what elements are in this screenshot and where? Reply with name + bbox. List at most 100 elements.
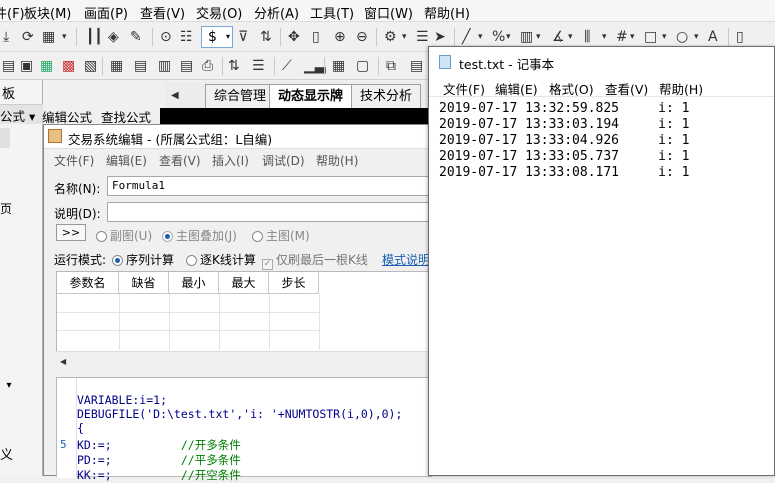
circle-icon[interactable]: ○ xyxy=(676,29,688,45)
line-icon[interactable]: ╱ xyxy=(462,29,470,45)
cubes-icon[interactable]: ▩ xyxy=(62,58,75,74)
line-dropdown-icon[interactable]: ▾ xyxy=(478,29,483,45)
menu-file[interactable]: 件(F) xyxy=(0,3,25,22)
code-line: KD:=; //开多条件 xyxy=(77,438,241,452)
list-icon[interactable]: ☰ xyxy=(416,29,429,45)
settings-dropdown-icon[interactable]: ▾ xyxy=(402,29,407,45)
notepad-menu-file[interactable]: 文件(F) xyxy=(443,79,485,98)
tab-scroll-left-icon[interactable]: ◀ xyxy=(171,88,179,104)
menu-window[interactable]: 窗口(W) xyxy=(364,3,413,22)
printer-icon[interactable]: ⎙ xyxy=(202,58,213,74)
window-icon[interactable]: ▢ xyxy=(356,58,369,74)
refresh-last-bar[interactable]: ✓ 仅刷最后一根K线 xyxy=(262,251,368,270)
radio-main-chart-label: 主图(M) xyxy=(266,229,310,243)
dropdown-icon[interactable]: ▾ xyxy=(62,29,67,45)
scroll-down-icon[interactable]: ▾ xyxy=(0,380,18,396)
sort-az-icon[interactable]: ⇅ xyxy=(228,58,240,74)
editor-menu-help[interactable]: 帮助(H) xyxy=(316,152,358,169)
tab-overview[interactable]: 综合管理 xyxy=(205,84,276,108)
rectangle-icon[interactable]: □ xyxy=(644,29,657,45)
description-input[interactable] xyxy=(107,202,432,222)
parameter-hscroll[interactable]: ◀ xyxy=(56,351,432,367)
ruler-dropdown-icon[interactable]: ▾ xyxy=(536,29,541,45)
fib-icon[interactable]: ⫼ xyxy=(584,29,590,45)
hash-icon[interactable]: # xyxy=(616,29,628,45)
angle-dropdown-icon[interactable]: ▾ xyxy=(568,29,573,45)
download-icon[interactable]: ⤓ xyxy=(3,29,9,45)
zoom-out-icon[interactable]: ⊖ xyxy=(356,29,368,45)
table3-icon[interactable]: ▥ xyxy=(158,58,171,74)
mode-per-bar[interactable]: 逐K线计算 xyxy=(186,251,256,268)
cursor-icon[interactable]: ➤ xyxy=(434,29,446,45)
angle-icon[interactable]: ∡ xyxy=(552,29,565,45)
diamond-icon[interactable]: ◈ xyxy=(108,29,119,45)
editor-menu-debug[interactable]: 调试(D) xyxy=(262,152,305,169)
grid-view-icon[interactable]: ▤ xyxy=(2,58,15,74)
tab-technical-analysis[interactable]: 技术分析 xyxy=(351,84,422,108)
bar-chart-icon[interactable]: ▁▃ xyxy=(304,58,326,74)
notepad-menu-view[interactable]: 查看(V) xyxy=(605,79,648,98)
doc-icon[interactable]: ▤ xyxy=(180,58,193,74)
candlestick-icon[interactable]: ┃┃ xyxy=(86,29,103,45)
notepad-menu-edit[interactable]: 编辑(E) xyxy=(495,79,538,98)
refresh-icon[interactable]: ⟳ xyxy=(22,29,34,45)
play-icon[interactable]: ⊙ xyxy=(160,29,172,45)
radio-main-overlay[interactable]: 主图叠加(J) xyxy=(162,227,237,244)
chart-view-icon[interactable]: ▣ xyxy=(20,58,33,74)
param-col-name: 参数名 xyxy=(57,272,119,294)
mode-sequence-label: 序列计算 xyxy=(126,253,175,267)
zoom-in-icon[interactable]: ⊕ xyxy=(334,29,346,45)
percent-icon[interactable]: % xyxy=(492,29,505,45)
hash-dropdown-icon[interactable]: ▾ xyxy=(630,29,635,45)
calendar-icon[interactable]: ▦ xyxy=(332,58,345,74)
rectangle-dropdown-icon[interactable]: ▾ xyxy=(662,29,667,45)
mode-help-link[interactable]: 模式说明 xyxy=(382,251,430,268)
menu-trade[interactable]: 交易(O) xyxy=(196,3,242,22)
menu-tools[interactable]: 工具(T) xyxy=(310,3,354,22)
settings-icon[interactable]: ⚙ xyxy=(384,29,397,45)
table-icon[interactable]: ▦ xyxy=(110,58,123,74)
expand-button[interactable]: >> xyxy=(56,224,86,241)
bar-icon[interactable]: ▯ xyxy=(312,29,320,45)
grid-icon[interactable]: ▦ xyxy=(42,29,55,45)
edit-icon[interactable]: ✎ xyxy=(130,29,142,45)
menu-screen[interactable]: 画面(P) xyxy=(84,3,128,22)
notepad-menu-format[interactable]: 格式(O) xyxy=(549,79,594,98)
code-editor[interactable]: 5 VARIABLE:i=1; DEBUGFILE('D:\test.txt',… xyxy=(56,377,432,482)
table2-icon[interactable]: ▤ xyxy=(134,58,147,74)
editor-menu-edit[interactable]: 编辑(E) xyxy=(106,152,147,169)
tab-dynamic-board[interactable]: 动态显示牌 xyxy=(269,84,353,108)
sort-icon[interactable]: ⇅ xyxy=(260,29,272,45)
percent-dropdown-icon[interactable]: ▾ xyxy=(506,29,511,45)
name-input[interactable]: Formula1 xyxy=(107,176,432,196)
copy-icon[interactable]: ⧉ xyxy=(386,58,396,74)
menu-analysis[interactable]: 分析(A) xyxy=(254,3,299,22)
formula-dropdown[interactable]: 公式 ▾ xyxy=(0,106,35,125)
scroll-left-icon[interactable]: ◀ xyxy=(60,354,66,370)
menu-view[interactable]: 查看(V) xyxy=(140,3,185,22)
notepad-menu-help[interactable]: 帮助(H) xyxy=(659,79,703,98)
line-chart-icon[interactable]: ⟋ xyxy=(282,58,292,74)
editor-menu-insert[interactable]: 插入(I) xyxy=(212,152,249,169)
book-icon[interactable]: ▧ xyxy=(84,58,97,74)
code-gutter: 5 xyxy=(57,378,77,478)
schedule-icon[interactable]: ☷ xyxy=(180,29,193,45)
fib-dropdown-icon[interactable]: ▾ xyxy=(602,29,607,45)
filter-icon[interactable]: ⊽ xyxy=(238,29,248,45)
more-icon[interactable]: ▯ xyxy=(736,29,744,45)
sort-list-icon[interactable]: ☰ xyxy=(252,58,265,74)
ruler-icon[interactable]: ▥ xyxy=(520,29,533,45)
editor-menu-view[interactable]: 查看(V) xyxy=(159,152,201,169)
circle-dropdown-icon[interactable]: ▾ xyxy=(694,29,699,45)
radio-sub-chart[interactable]: 副图(U) xyxy=(96,227,152,244)
paste-icon[interactable]: ▤ xyxy=(410,58,423,74)
mode-sequence[interactable]: 序列计算 xyxy=(112,251,174,268)
radio-main-chart[interactable]: 主图(M) xyxy=(252,227,310,244)
editor-menu-file[interactable]: 文件(F) xyxy=(54,152,94,169)
move-icon[interactable]: ✥ xyxy=(288,29,300,45)
tiles-icon[interactable]: ▦ xyxy=(40,58,53,74)
menu-block[interactable]: 板块(M) xyxy=(24,3,71,22)
currency-dropdown[interactable]: $ ▾ xyxy=(201,26,233,48)
menu-help[interactable]: 帮助(H) xyxy=(424,3,470,22)
text-icon[interactable]: A xyxy=(708,29,718,45)
